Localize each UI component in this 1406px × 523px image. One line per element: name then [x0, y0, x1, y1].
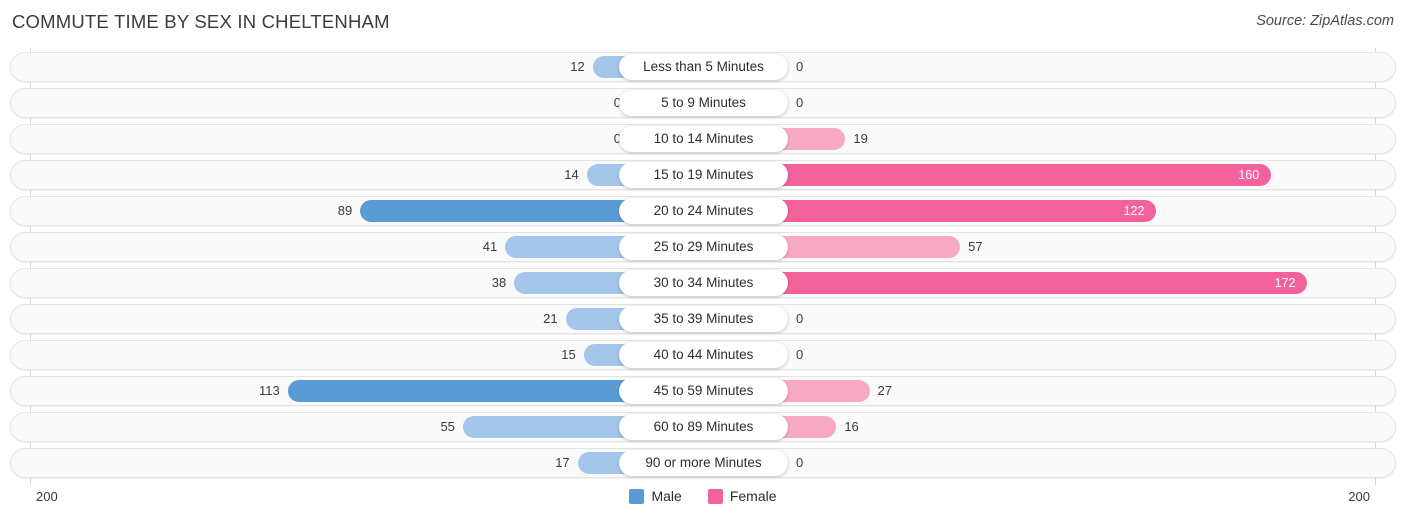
plot-area: 12 0 Less than 5 Minutes 0 0 5 to 9 Minutes 0 1…: [0, 48, 1406, 485]
chart-header: COMMUTE TIME BY SEX IN CHELTENHAM Source…: [0, 0, 1406, 46]
category-label: 90 or more Minutes: [619, 450, 788, 476]
value-label-male: 21: [543, 311, 558, 326]
category-label: 10 to 14 Minutes: [619, 126, 788, 152]
table-row: 160 14 15 to 19 Minutes: [10, 160, 1396, 190]
table-row: 12 0 Less than 5 Minutes: [10, 52, 1396, 82]
value-label-male: 41: [482, 239, 498, 254]
value-label-female: 0: [796, 59, 804, 74]
table-row: 21 0 35 to 39 Minutes: [10, 304, 1396, 334]
legend-item-female[interactable]: Female: [707, 488, 777, 504]
value-label-female: 16: [844, 419, 859, 434]
legend-swatch-icon: [707, 488, 723, 504]
source-attribution: Source: ZipAtlas.com: [1256, 13, 1394, 29]
value-label-male: 113: [259, 383, 280, 398]
value-label-male: 38: [491, 275, 507, 290]
category-label: 20 to 24 Minutes: [619, 198, 788, 224]
value-label-male: 14: [564, 167, 579, 182]
category-label: 35 to 39 Minutes: [619, 306, 788, 332]
legend-label: Male: [651, 488, 682, 504]
value-label-male: 12: [570, 59, 585, 74]
legend-swatch-icon: [629, 488, 645, 504]
value-label-female: 27: [877, 383, 892, 398]
value-label-male: 15: [561, 347, 576, 362]
page-title: COMMUTE TIME BY SEX IN CHELTENHAM: [12, 11, 390, 32]
value-label-male: 89: [337, 203, 353, 218]
value-label-female: 122: [1123, 204, 1145, 218]
value-label-female: 0: [796, 95, 804, 110]
category-label: Less than 5 Minutes: [619, 54, 788, 80]
value-label-male: 55: [440, 419, 455, 434]
category-label: 45 to 59 Minutes: [619, 378, 788, 404]
table-row: 15 0 40 to 44 Minutes: [10, 340, 1396, 370]
value-label-female: 57: [968, 239, 983, 254]
value-label-female: 0: [796, 347, 804, 362]
chart-footer: 200 200 Male Female: [0, 485, 1406, 523]
value-label-female: 172: [1274, 276, 1296, 290]
category-label: 60 to 89 Minutes: [619, 414, 788, 440]
table-row: 005 to 9 Minutes: [10, 88, 1396, 118]
legend-label: Female: [729, 488, 777, 504]
value-label-female: 0: [796, 455, 804, 470]
table-row: 122 89 20 to 24 Minutes: [10, 196, 1396, 226]
category-label: 5 to 9 Minutes: [619, 90, 788, 116]
table-row: 113 27 45 to 59 Minutes: [10, 376, 1396, 406]
category-label: 25 to 29 Minutes: [619, 234, 788, 260]
table-row: 17 0 90 or more Minutes: [10, 448, 1396, 478]
value-label-male: 17: [555, 455, 570, 470]
category-label: 40 to 44 Minutes: [619, 342, 788, 368]
category-label: 15 to 19 Minutes: [619, 162, 788, 188]
table-row: 172 38 30 to 34 Minutes: [10, 268, 1396, 298]
chart-legend: Male Female: [0, 488, 1406, 504]
value-label-female: 0: [796, 311, 804, 326]
legend-item-male[interactable]: Male: [629, 488, 682, 504]
value-label-female: 160: [1238, 168, 1260, 182]
table-row: 55 16 60 to 89 Minutes: [10, 412, 1396, 442]
category-label: 30 to 34 Minutes: [619, 270, 788, 296]
table-row: 0 19 10 to 14 Minutes: [10, 124, 1396, 154]
chart-root: COMMUTE TIME BY SEX IN CHELTENHAM Source…: [0, 0, 1406, 523]
table-row: 41 57 25 to 29 Minutes: [10, 232, 1396, 262]
bar-female[interactable]: 172: [698, 272, 1308, 294]
value-label-female: 19: [853, 131, 868, 146]
